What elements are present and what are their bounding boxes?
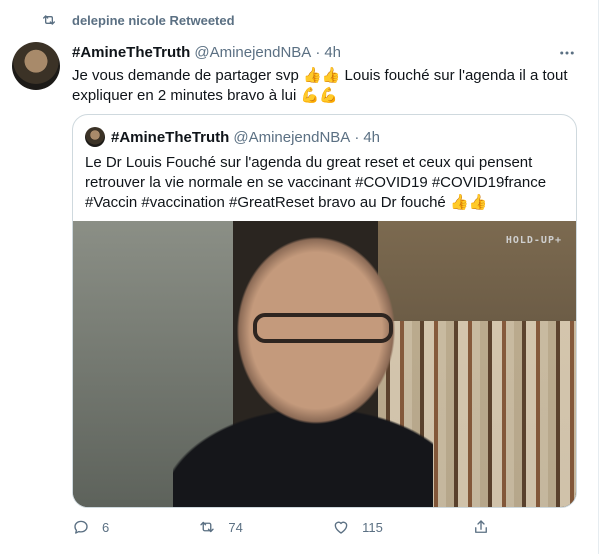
quoted-tweet-header: #AmineTheTruth @AminejendNBA · 4h (85, 127, 380, 147)
retweet-icon (43, 15, 55, 25)
reply-count: 6 (102, 519, 110, 535)
timestamp[interactable]: 4h (324, 44, 341, 61)
action-bar: 6 74 115 (72, 518, 502, 536)
like-button[interactable]: 115 (332, 518, 383, 536)
tweet-header: #AmineTheTruth @AminejendNBA · 4h (72, 44, 341, 61)
person (173, 221, 433, 507)
retweet-indicator[interactable]: delepine nicole Retweeted (40, 12, 235, 28)
quoted-thumbs-up-emoji: 👍👍 (449, 194, 488, 211)
quoted-tweet-text: Le Dr Louis Fouché sur l'agenda du great… (85, 153, 565, 213)
avatar[interactable] (12, 42, 60, 90)
retweet-button[interactable]: 74 (198, 518, 243, 536)
video-media[interactable]: HOLD-UP+ (73, 221, 576, 507)
more-options-icon[interactable] (558, 44, 576, 62)
quoted-timestamp: 4h (363, 128, 380, 146)
video-watermark: HOLD-UP+ (505, 235, 562, 246)
quoted-handle: @AminejendNBA (233, 128, 351, 146)
quoted-display-name: #AmineTheTruth (111, 128, 230, 146)
reply-icon (74, 520, 88, 534)
quoted-tweet[interactable]: #AmineTheTruth @AminejendNBA · 4h Le Dr … (72, 114, 577, 508)
share-icon (475, 520, 487, 533)
quoted-separator: · (354, 128, 360, 146)
thumbs-up-emoji: 👍👍 (302, 67, 341, 84)
muscle-emoji: 💪💪 (300, 87, 338, 104)
retweet-count: 74 (228, 519, 243, 535)
tweet-text-part1: Je vous demande de partager svp (72, 67, 299, 84)
tweet-text: Je vous demande de partager svp 👍👍 Louis… (72, 66, 572, 106)
handle[interactable]: @AminejendNBA (194, 44, 311, 61)
quoted-avatar (85, 127, 105, 147)
display-name[interactable]: #AmineTheTruth (72, 44, 190, 61)
reply-button[interactable]: 6 (72, 518, 109, 536)
separator: · (315, 44, 321, 61)
retweet-icon (200, 521, 215, 533)
retweet-label: delepine nicole Retweeted (72, 12, 235, 28)
tweet[interactable]: delepine nicole Retweeted #AmineTheTruth… (0, 0, 599, 554)
heart-icon (334, 521, 348, 534)
like-count: 115 (362, 519, 383, 535)
share-button[interactable] (472, 518, 502, 536)
glasses (253, 313, 393, 343)
